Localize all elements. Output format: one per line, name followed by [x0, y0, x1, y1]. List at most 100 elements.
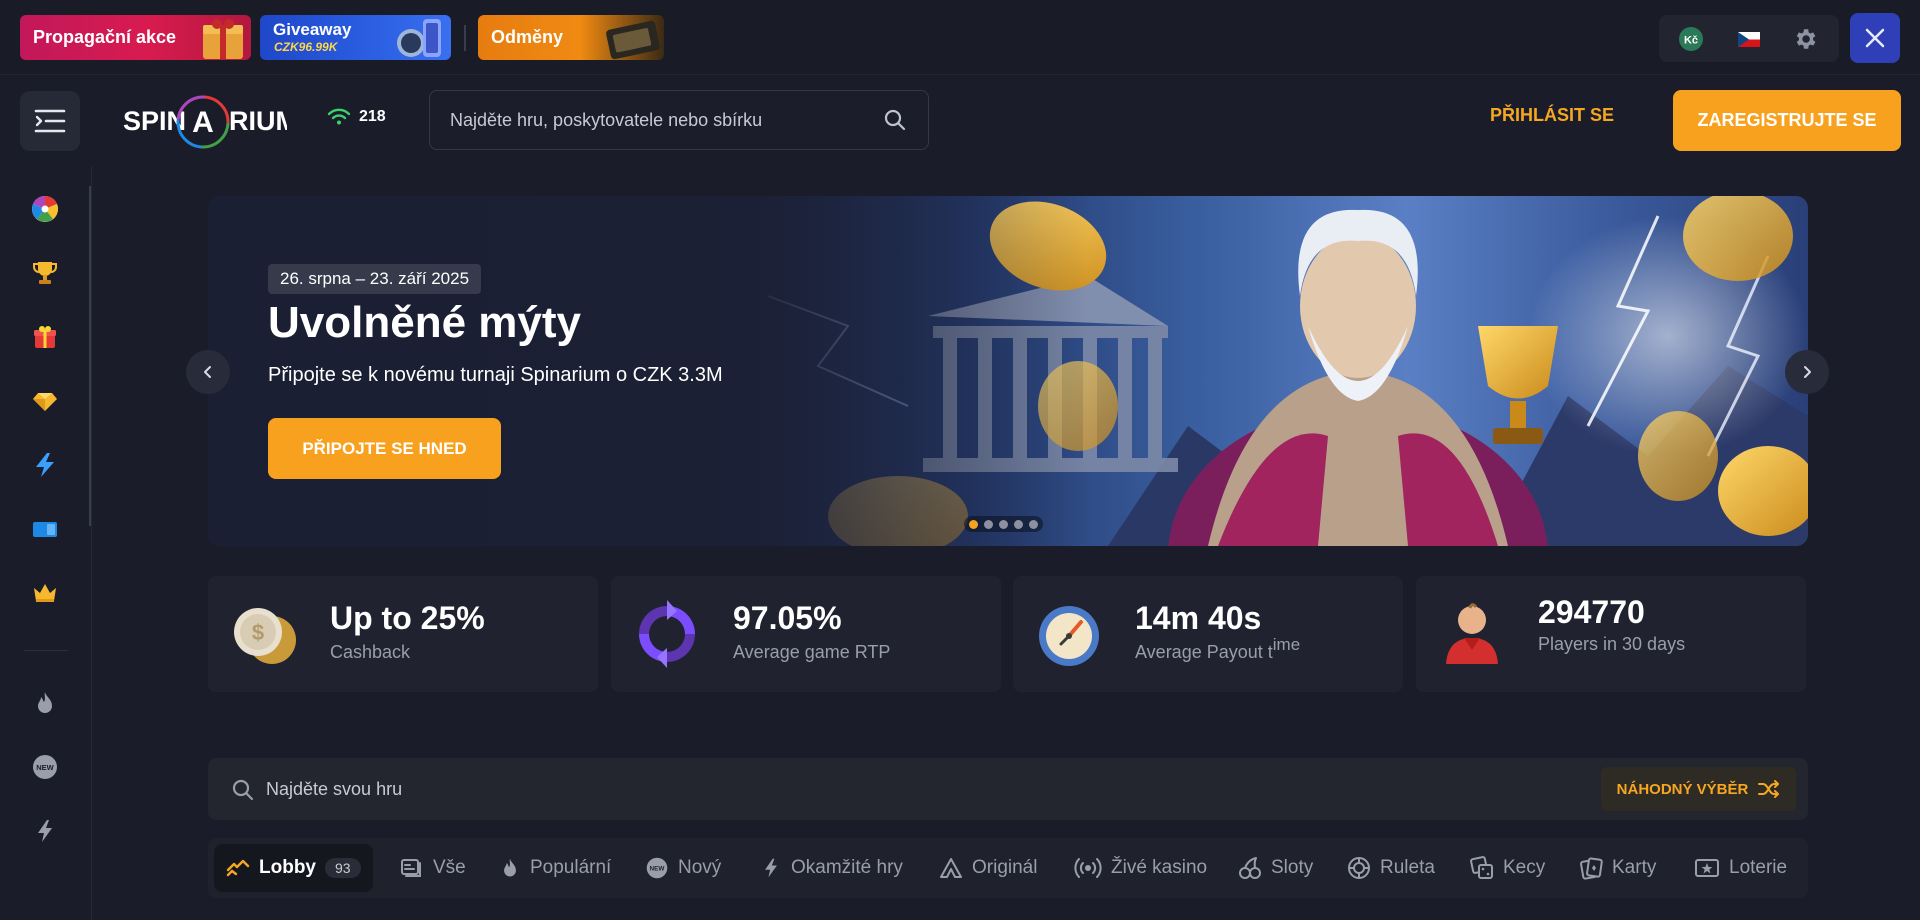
tab-original[interactable]: Originál	[939, 844, 1037, 892]
header-search	[429, 90, 929, 150]
refresh-icon	[639, 600, 695, 668]
hero-join-button[interactable]: PŘIPOJTE SE HNED	[268, 418, 501, 479]
carousel-prev-button[interactable]	[186, 350, 230, 394]
sidebar-item-trophy[interactable]	[26, 254, 64, 292]
tab-label: Živé kasino	[1111, 857, 1208, 878]
hero-subtitle: Připojte se k novému turnaji Spinarium o…	[268, 364, 723, 386]
promo-giveaway[interactable]: Giveaway CZK96.99K	[260, 15, 451, 60]
player-icon	[1446, 603, 1498, 664]
sidebar-item-popular[interactable]	[26, 684, 64, 722]
promo-divider	[464, 25, 466, 51]
tab-zive-kasino[interactable]: Živé kasino	[1074, 844, 1207, 892]
header-search-input[interactable]	[450, 91, 870, 149]
language-button[interactable]	[1733, 23, 1765, 55]
hero-banner[interactable]: 26. srpna – 23. září 2025 Uvolněné mýty …	[208, 196, 1808, 546]
tab-label: Kecy	[1503, 857, 1546, 878]
random-pick-label: NÁHODNÝ VÝBĚR	[1616, 780, 1749, 798]
new-icon: NEW	[33, 755, 57, 779]
originals-icon	[940, 858, 962, 878]
svg-text:NEW: NEW	[36, 763, 54, 772]
tab-label: Nový	[678, 857, 722, 878]
tab-vse[interactable]: Vše	[400, 844, 466, 892]
live-icon	[1074, 858, 1102, 878]
menu-toggle-button[interactable]	[20, 91, 80, 151]
stat-value: 14m 40s	[1135, 600, 1262, 636]
hero-title: Uvolněné mýty	[268, 298, 581, 347]
lottery-ticket-icon	[1695, 859, 1719, 877]
all-games-icon	[401, 859, 421, 877]
game-search: NÁHODNÝ VÝBĚR	[208, 758, 1808, 820]
crown-icon	[34, 584, 56, 602]
gift-box-icon	[203, 19, 243, 59]
online-counter: 218	[327, 108, 386, 126]
login-button[interactable]: PŘIHLÁSIT SE	[1490, 105, 1614, 126]
hero-date: 26. srpna – 23. září 2025	[268, 264, 482, 294]
cz-flag-icon	[1738, 31, 1760, 47]
sidebar-item-instant[interactable]	[26, 812, 64, 850]
tab-karty[interactable]: Karty	[1579, 844, 1656, 892]
sidebar-divider	[24, 650, 68, 651]
tab-popularni[interactable]: Populární	[499, 844, 611, 892]
register-button[interactable]: ZAREGISTRUJTE SE	[1673, 90, 1901, 151]
carousel-dot[interactable]	[999, 519, 1008, 529]
tab-ruleta[interactable]: Ruleta	[1347, 844, 1435, 892]
instant-icon	[765, 858, 777, 878]
gift-icon	[34, 326, 56, 348]
phone-watch-icon	[397, 19, 441, 57]
carousel-dot[interactable]	[984, 519, 993, 529]
tab-lobby[interactable]: Lobby 93	[214, 844, 373, 892]
tab-kecy[interactable]: Kecy	[1470, 844, 1545, 892]
sidebar-item-gem[interactable]	[26, 382, 64, 420]
stat-players: 294770 Players in 30 days	[1416, 576, 1806, 692]
tab-loterie[interactable]: Loterie	[1694, 844, 1787, 892]
sidebar-item-crown[interactable]	[26, 574, 64, 612]
promo-bar: Propagační akce Giveaway CZK96.99K Odměn…	[0, 0, 1920, 74]
stat-value: 97.05%	[733, 600, 842, 636]
tab-label: Lobby	[259, 857, 316, 878]
carousel-dot[interactable]	[969, 519, 978, 529]
cards-icon	[1580, 857, 1603, 880]
sidebar-item-lightning[interactable]	[26, 446, 64, 484]
svg-text:A: A	[192, 106, 214, 139]
search-icon	[232, 779, 254, 801]
carousel-dot[interactable]	[1029, 519, 1038, 529]
tab-label: Vše	[433, 857, 466, 878]
currency-button[interactable]: Kč	[1675, 23, 1707, 55]
sidebar: NEW	[0, 166, 92, 920]
tab-sloty[interactable]: Sloty	[1238, 844, 1313, 892]
random-pick-button[interactable]: NÁHODNÝ VÝBĚR	[1601, 767, 1796, 811]
sidebar-scrollbar[interactable]	[89, 186, 91, 526]
sidebar-item-new[interactable]: NEW	[26, 748, 64, 786]
search-icon[interactable]	[884, 109, 906, 131]
carousel-dot[interactable]	[1014, 519, 1023, 529]
sidebar-item-wheel[interactable]	[26, 190, 64, 228]
tab-novy[interactable]: NEW Nový	[645, 844, 721, 892]
close-button[interactable]	[1850, 13, 1900, 63]
game-search-input[interactable]	[266, 758, 1266, 820]
stat-label-main: Average Payout t	[1135, 642, 1273, 662]
stopwatch-icon	[1039, 606, 1099, 666]
svg-text:RIUM: RIUM	[229, 106, 287, 136]
svg-text:Kč: Kč	[1684, 35, 1698, 47]
stat-rtp: 97.05% Average game RTP	[611, 576, 1001, 692]
promo-odmeny[interactable]: Odměny	[478, 15, 664, 60]
wifi-icon	[327, 108, 351, 125]
sidebar-item-ticket[interactable]	[26, 510, 64, 548]
tab-okamzite-hry[interactable]: Okamžité hry	[760, 844, 903, 892]
logo[interactable]: SPIN A RIUM	[123, 91, 287, 151]
carousel-next-button[interactable]	[1785, 350, 1829, 394]
wheel-icon	[32, 196, 58, 222]
tab-label: Sloty	[1271, 857, 1314, 878]
header: SPIN A RIUM 218 PŘIHLÁSIT SE ZAREGISTRUJ…	[0, 74, 1920, 166]
stat-label: Players in 30 days	[1538, 634, 1686, 654]
lobby-icon	[226, 859, 250, 877]
tab-label: Loterie	[1729, 857, 1788, 878]
promo-propagacni-akce[interactable]: Propagační akce	[20, 15, 251, 60]
settings-button[interactable]	[1789, 23, 1821, 55]
tab-label: Okamžité hry	[791, 857, 903, 878]
utility-group: Kč	[1659, 15, 1839, 62]
sidebar-item-gift[interactable]	[26, 318, 64, 356]
tab-label: Populární	[530, 857, 612, 878]
menu-collapse-icon	[34, 109, 66, 133]
lightning-icon	[36, 453, 54, 477]
